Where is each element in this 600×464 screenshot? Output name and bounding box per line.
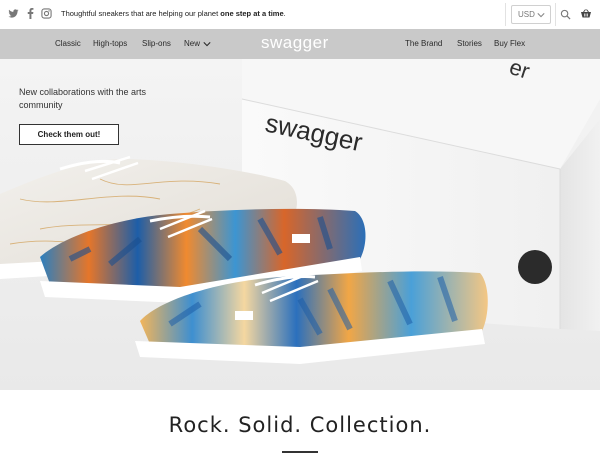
nav-item-the-brand[interactable]: The Brand <box>405 39 442 48</box>
currency-value: USD <box>518 10 535 19</box>
announcement-text-bold: one step at a time <box>220 9 284 18</box>
nav-label: Slip-ons <box>142 39 171 48</box>
nav-item-classic[interactable]: Classic <box>55 39 81 48</box>
chevron-down-icon <box>203 42 211 47</box>
nav-label: High-tops <box>93 39 128 48</box>
nav-item-slip-ons[interactable]: Slip-ons <box>142 39 171 48</box>
chevron-down-icon <box>537 13 545 18</box>
currency-select[interactable]: USD <box>511 5 551 24</box>
nav-item-buy-flex[interactable]: Buy Flex <box>494 39 525 48</box>
nav-label: The Brand <box>405 39 443 48</box>
nav-item-high-tops[interactable]: High-tops <box>93 39 127 48</box>
hero-banner: swagger er New collaborations with the a… <box>0 59 600 390</box>
announcement-bar: Thoughtful sneakers that are helping our… <box>0 0 600 29</box>
section-title: Rock. Solid. Collection. <box>168 413 432 437</box>
nav-label: Buy Flex <box>494 39 526 48</box>
brand-logo[interactable]: swagger <box>261 33 329 53</box>
nav-label: Classic <box>55 39 81 48</box>
section-divider <box>282 451 318 453</box>
cart-icon[interactable] <box>580 9 592 20</box>
nav-item-new[interactable]: New <box>184 39 211 48</box>
twitter-icon[interactable] <box>8 8 19 19</box>
nav-label: New <box>184 39 201 48</box>
instagram-icon[interactable] <box>41 8 52 19</box>
hero-headline: New collaborations with the arts communi… <box>19 87 147 110</box>
main-nav: Classic High-tops Slip-ons New swagger T… <box>0 29 600 59</box>
announcement-text-suffix: . <box>283 9 286 18</box>
search-icon[interactable] <box>560 9 571 20</box>
check-them-out-button[interactable]: Check them out! <box>19 124 119 145</box>
divider <box>505 3 506 26</box>
facebook-icon[interactable] <box>26 8 35 19</box>
divider <box>555 3 556 26</box>
announcement-text: Thoughtful sneakers that are helping our… <box>61 9 286 18</box>
nav-item-stories[interactable]: Stories <box>457 39 482 48</box>
announcement-text-prefix: Thoughtful sneakers that are helping our… <box>61 9 221 18</box>
nav-label: Stories <box>457 39 482 48</box>
